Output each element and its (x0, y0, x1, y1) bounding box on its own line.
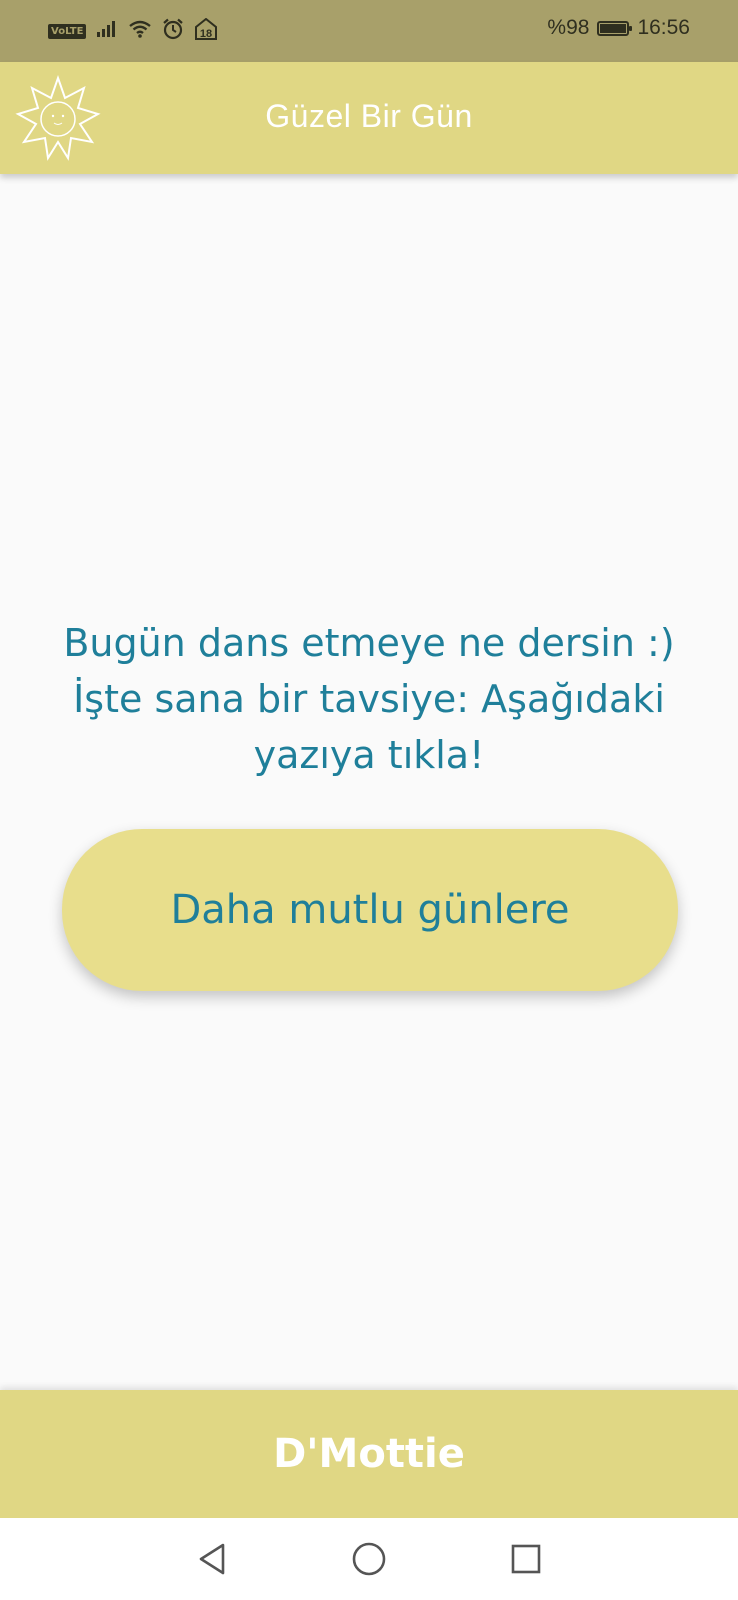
wifi-icon (128, 19, 152, 43)
status-right: %98 16:56 (547, 16, 690, 40)
app-bar: Güzel Bir Gün (0, 62, 738, 174)
notification-icon: 18 (194, 17, 218, 44)
footer-bar: D'Mottie (0, 1390, 738, 1518)
suggestion-message: Bugün dans etmeye ne dersin :) İşte sana… (63, 621, 675, 777)
clock: 16:56 (637, 16, 690, 39)
signal-icon (96, 20, 118, 42)
home-icon[interactable] (349, 1539, 389, 1579)
recents-icon[interactable] (506, 1539, 546, 1579)
battery-fill (600, 23, 626, 33)
system-nav-bar (0, 1518, 738, 1600)
volte-badge: VoLTE (48, 23, 87, 39)
battery-percent: %98 (547, 16, 590, 39)
brand-label: D'Mottie (273, 1431, 465, 1477)
back-icon[interactable] (193, 1539, 233, 1579)
status-left-icons: VoLTE 18 (48, 17, 218, 44)
happier-days-button-label: Daha mutlu günlere (170, 887, 570, 933)
status-bar: VoLTE 18 %98 16:56 (0, 0, 738, 62)
app-screen: VoLTE 18 %98 16:56 Güzel Bir Gün Bugün d… (0, 0, 738, 1600)
app-title: Güzel Bir Gün (265, 98, 473, 134)
notification-count: 18 (200, 28, 212, 40)
alarm-icon (162, 18, 184, 44)
happier-days-button[interactable]: Daha mutlu günlere (62, 829, 678, 991)
battery-icon (597, 20, 633, 36)
